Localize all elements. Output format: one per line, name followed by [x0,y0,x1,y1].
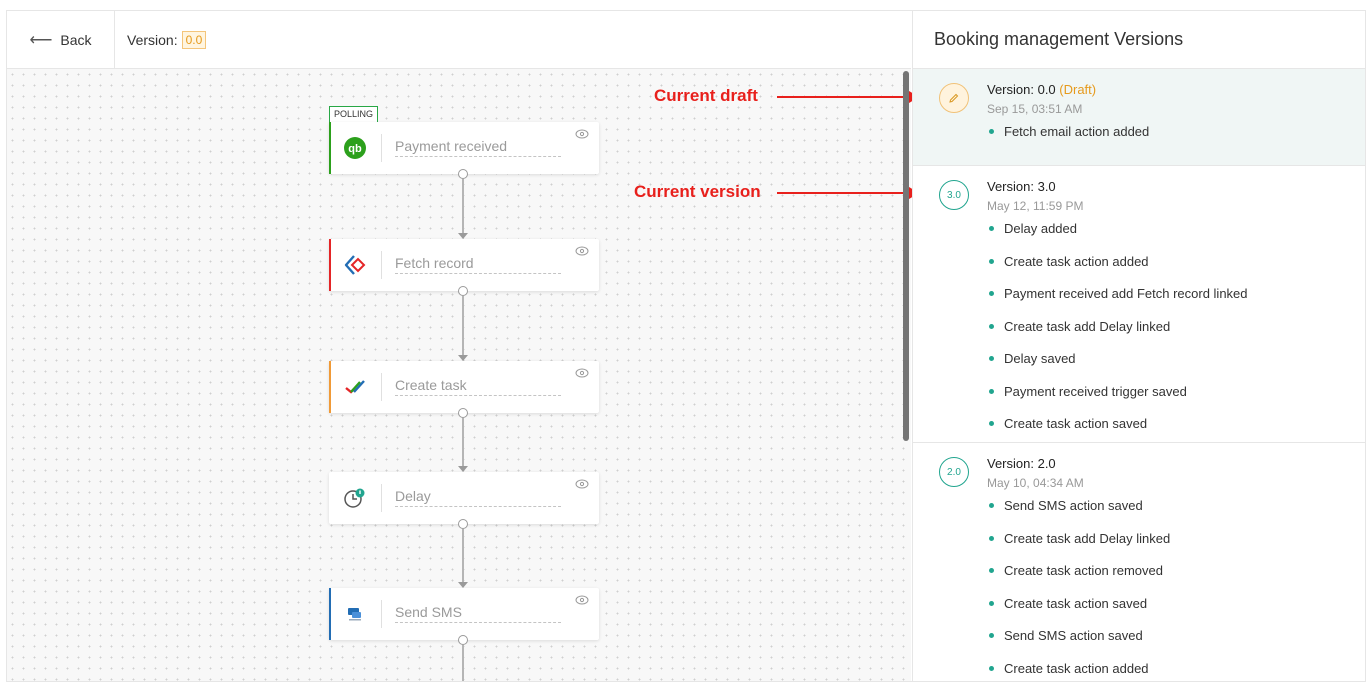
eye-icon[interactable] [575,594,589,606]
back-button[interactable]: ⟵ Back [7,11,115,69]
version-label-text: Version: [127,32,178,48]
change-item: Create task add Delay linked [987,531,1357,564]
version-badge-circle: 2.0 [939,457,969,487]
change-list: Delay added Create task action added Pay… [987,221,1357,442]
version-badge-circle: 3.0 [939,180,969,210]
version-date: Sep 15, 03:51 AM [987,102,1083,116]
change-item: Fetch email action added [987,124,1357,157]
version-title: Version: 2.0 [987,456,1056,471]
change-item: Create task add Delay linked [987,319,1357,352]
version-item-2-0[interactable]: 2.0 Version: 2.0 May 10, 04:34 AM Send S… [913,443,1365,682]
version-item-3-0[interactable]: 3.0 Version: 3.0 May 12, 11:59 PM Delay … [913,166,1365,443]
node-name[interactable]: Fetch record [395,255,561,274]
flow-connector [458,529,468,588]
node-name[interactable]: Send SMS [395,604,561,623]
node-output-port[interactable] [458,519,468,529]
flow-node-fetch-record[interactable]: Fetch record [329,239,599,296]
zoho-creator-icon [343,253,367,277]
change-list: Send SMS action saved Create task add De… [987,498,1357,682]
version-number: Version: 2.0 [987,456,1056,471]
change-item: Create task action saved [987,596,1357,629]
annotation-arrow [777,187,919,199]
pencil-icon [939,83,969,113]
clock-delay-icon [343,486,367,510]
sms-chat-icon [343,602,367,626]
version-badge: 0.0 [181,31,207,49]
version-indicator: Version: 0.0 [127,11,207,69]
eye-icon[interactable] [575,245,589,257]
flow-canvas[interactable]: POLLING qb Payment received Fetch record [7,69,919,681]
change-item: Create task action added [987,661,1357,682]
quickbooks-icon: qb [343,136,367,160]
change-item: Send SMS action saved [987,628,1357,661]
version-date: May 10, 04:34 AM [987,476,1084,490]
node-name[interactable]: Create task [395,377,561,396]
versions-panel: Booking management Versions Version: 0.0… [912,11,1365,682]
flow-connector [462,645,464,681]
eye-icon[interactable] [575,128,589,140]
annotation-current-draft: Current draft [654,86,758,105]
flow-connector [458,296,468,361]
change-item: Create task action saved [987,416,1357,442]
annotation-current-version: Current version [634,182,761,201]
flow-connector [458,179,468,239]
back-label: Back [60,32,92,48]
node-output-port[interactable] [458,286,468,296]
canvas-scrollbar[interactable] [903,71,909,441]
version-number: Version: 0.0 [987,82,1056,97]
change-item: Send SMS action saved [987,498,1357,531]
change-item: Delay added [987,221,1357,254]
node-divider [381,484,382,512]
eye-icon[interactable] [575,478,589,490]
node-divider [381,251,382,279]
eye-icon[interactable] [575,367,589,379]
node-divider [381,600,382,628]
node-name[interactable]: Delay [395,488,561,507]
version-item-draft[interactable]: Version: 0.0 (Draft) Sep 15, 03:51 AM Fe… [913,69,1365,166]
node-accent-bar [329,122,331,174]
versions-list[interactable]: Version: 0.0 (Draft) Sep 15, 03:51 AM Fe… [913,69,1365,682]
flow-connector [458,418,468,472]
builder-header: ⟵ Back Version: 0.0 [7,11,911,69]
change-item: Delay saved [987,351,1357,384]
panel-title: Booking management Versions [913,11,1365,69]
version-date: May 12, 11:59 PM [987,199,1084,213]
change-item: Payment received add Fetch record linked [987,286,1357,319]
version-number: Version: 3.0 [987,179,1056,194]
change-item: Create task action removed [987,563,1357,596]
node-divider [381,373,382,401]
node-accent-bar [329,588,331,640]
node-name[interactable]: Payment received [395,138,561,157]
version-title: Version: 0.0 (Draft) [987,82,1096,97]
flow-node-send-sms[interactable]: Send SMS [329,588,599,645]
flow-node-payment-received[interactable]: qb Payment received [329,122,599,179]
change-item: Payment received trigger saved [987,384,1357,417]
draft-tag: (Draft) [1059,82,1097,97]
checkmark-task-icon [343,375,367,399]
node-output-port[interactable] [458,169,468,179]
node-divider [381,134,382,162]
node-accent-bar [329,361,331,413]
flow-node-delay[interactable]: Delay [329,472,599,529]
polling-tag: POLLING [329,106,379,122]
app-window: ⟵ Back Version: 0.0 POLLING qb Payment r… [6,10,1366,682]
change-list: Fetch email action added [987,124,1357,157]
node-output-port[interactable] [458,635,468,645]
node-output-port[interactable] [458,408,468,418]
svg-text:qb: qb [348,143,362,155]
back-arrow-icon: ⟵ [29,32,53,49]
node-accent-bar [329,239,331,291]
version-title: Version: 3.0 [987,179,1056,194]
flow-node-create-task[interactable]: Create task [329,361,599,418]
annotation-arrow [777,91,919,103]
change-item: Create task action added [987,254,1357,287]
